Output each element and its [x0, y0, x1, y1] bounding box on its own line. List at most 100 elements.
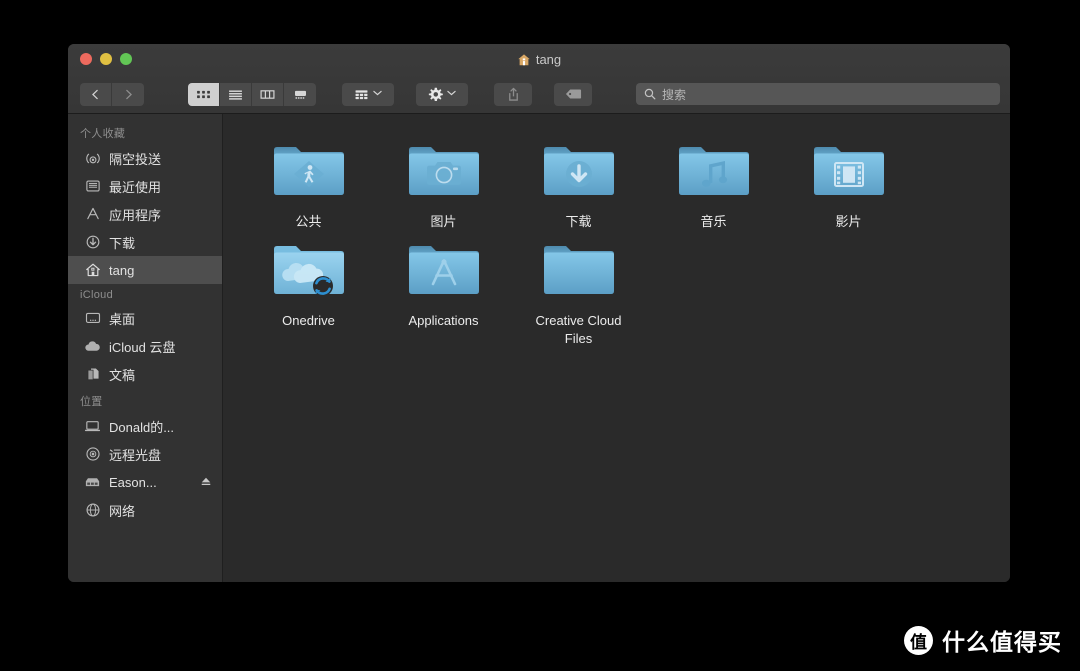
- file-item[interactable]: Onedrive: [241, 231, 376, 348]
- sidebar-item-downloads[interactable]: 下载: [68, 228, 222, 256]
- window-title-text: tang: [535, 52, 562, 67]
- action-button[interactable]: [416, 82, 468, 106]
- recents-icon: [84, 178, 101, 195]
- window-body: 个人收藏 隔空投送 最近使用 应用程序 下载 tang iCloud 桌面 iC…: [68, 114, 1010, 582]
- sidebar-item-icloud-drive[interactable]: iCloud 云盘: [68, 332, 222, 360]
- sidebar-section-favorites-header: 个人收藏: [80, 128, 126, 140]
- file-item[interactable]: Applications: [376, 231, 511, 348]
- sidebar-item-recents[interactable]: 最近使用: [68, 172, 222, 200]
- sidebar-item-label: 文稿: [109, 367, 136, 383]
- list-view-button[interactable]: [220, 82, 252, 106]
- coverflow-icon: [294, 90, 306, 99]
- sidebar[interactable]: 个人收藏 隔空投送 最近使用 应用程序 下载 tang iCloud 桌面 iC…: [68, 114, 223, 582]
- airdrop-icon: [84, 150, 101, 167]
- column-view-button[interactable]: [252, 82, 284, 106]
- smzdm-logo-icon: 值: [904, 625, 933, 655]
- file-item-label: 图片: [430, 214, 457, 229]
- file-item[interactable]: Creative Cloud Files: [511, 231, 646, 348]
- folder-music-icon: [675, 140, 753, 202]
- watermark-text: 什么值得买: [942, 629, 1062, 655]
- titlebar: tang 搜索: [68, 44, 1010, 114]
- applications-icon: [84, 206, 101, 223]
- file-item-label: 公共: [295, 214, 322, 229]
- tag-button[interactable]: [554, 82, 592, 106]
- sidebar-item-label: Eason...: [109, 474, 157, 490]
- home-icon: [517, 53, 531, 67]
- sidebar-item-documents[interactable]: 文稿: [68, 360, 222, 388]
- search-input[interactable]: 搜索: [636, 83, 1000, 105]
- arrange-button[interactable]: [342, 82, 394, 106]
- file-item-label: Applications: [408, 313, 479, 328]
- sidebar-section-icloud-header: iCloud: [80, 289, 113, 301]
- gallery-view-button[interactable]: [284, 83, 316, 106]
- navigation-buttons: [80, 82, 144, 106]
- sidebar-item-label: iCloud 云盘: [109, 339, 176, 355]
- sidebar-item-desktop[interactable]: 桌面: [68, 304, 222, 332]
- folder-downloads-icon: [540, 140, 618, 202]
- disc-icon: [84, 446, 101, 463]
- back-button[interactable]: [80, 82, 112, 106]
- sidebar-item-airdrop[interactable]: 隔空投送: [68, 144, 222, 172]
- file-item[interactable]: 影片: [781, 132, 916, 231]
- forward-button[interactable]: [112, 82, 144, 106]
- sidebar-item-remote-disc[interactable]: 远程光盘: [68, 440, 222, 468]
- file-item[interactable]: 公共: [241, 132, 376, 231]
- toolbar: 搜索: [68, 74, 1010, 114]
- file-item[interactable]: 音乐: [646, 132, 781, 231]
- network-icon: [84, 502, 101, 519]
- sidebar-item-label: 桌面: [109, 311, 136, 327]
- sidebar-item-label: 最近使用: [109, 179, 162, 195]
- sidebar-item-label: Donald的...: [109, 419, 175, 435]
- window-title: tang: [68, 52, 1010, 67]
- folder-applications-icon: [405, 239, 483, 301]
- chevron-right-icon: [125, 89, 132, 99]
- sidebar-item-label: 网络: [109, 503, 136, 519]
- file-item-label: 下载: [565, 214, 592, 229]
- sidebar-item-tang[interactable]: tang: [68, 256, 222, 284]
- server-icon: [84, 474, 101, 491]
- file-grid: 公共 图片 下载 音乐 影片 Onedrive Applications Cre…: [241, 132, 998, 348]
- search-icon: [644, 88, 656, 100]
- folder-public-icon: [270, 140, 348, 202]
- file-item[interactable]: 下载: [511, 132, 646, 231]
- documents-icon: [84, 366, 101, 383]
- view-mode-segmented-control: [188, 82, 316, 106]
- chevron-down-icon: [447, 90, 456, 98]
- sidebar-item-label: 下载: [109, 235, 136, 251]
- desktop-icon: [84, 310, 101, 327]
- laptop-icon: [84, 418, 101, 435]
- sidebar-item-label: 远程光盘: [109, 447, 162, 463]
- watermark: 值 什么值得买: [904, 623, 1062, 657]
- file-item[interactable]: 图片: [376, 132, 511, 231]
- eject-icon[interactable]: [200, 475, 212, 490]
- sidebar-item-label: tang: [109, 262, 135, 278]
- grid-icon: [197, 90, 210, 98]
- sidebar-item-network[interactable]: 网络: [68, 496, 222, 524]
- home-icon: [84, 262, 101, 279]
- finder-window: tang 搜索 个人收藏 隔空投送 最近使用 应用程序 下载 tang iClo…: [68, 44, 1010, 582]
- arrange-grid-icon: [355, 89, 368, 99]
- file-grid-area[interactable]: 公共 图片 下载 音乐 影片 Onedrive Applications Cre…: [223, 114, 1010, 582]
- share-button[interactable]: [494, 82, 532, 106]
- icon-view-button[interactable]: [188, 82, 220, 106]
- gear-icon: [428, 87, 443, 101]
- file-item-label: Onedrive: [282, 313, 335, 328]
- share-icon: [508, 87, 518, 101]
- search-placeholder: 搜索: [662, 87, 687, 102]
- folder-onedrive-icon: [270, 239, 348, 301]
- sidebar-item-eason-server[interactable]: Eason...: [68, 468, 222, 496]
- sidebar-item-applications[interactable]: 应用程序: [68, 200, 222, 228]
- list-icon: [229, 89, 242, 100]
- sidebar-item-donald-mac[interactable]: Donald的...: [68, 412, 222, 440]
- folder-pictures-icon: [405, 140, 483, 202]
- sidebar-item-label: 应用程序: [109, 207, 162, 223]
- file-item-label: Creative Cloud Files: [535, 313, 622, 346]
- file-item-label: 影片: [835, 214, 862, 229]
- file-item-label: 音乐: [700, 214, 727, 229]
- sidebar-item-label: 隔空投送: [109, 151, 162, 167]
- folder-movies-icon: [810, 140, 888, 202]
- cloud-icon: [84, 338, 101, 355]
- chevron-down-icon: [373, 90, 382, 98]
- folder-plain-icon: [540, 239, 618, 301]
- chevron-left-icon: [92, 89, 98, 99]
